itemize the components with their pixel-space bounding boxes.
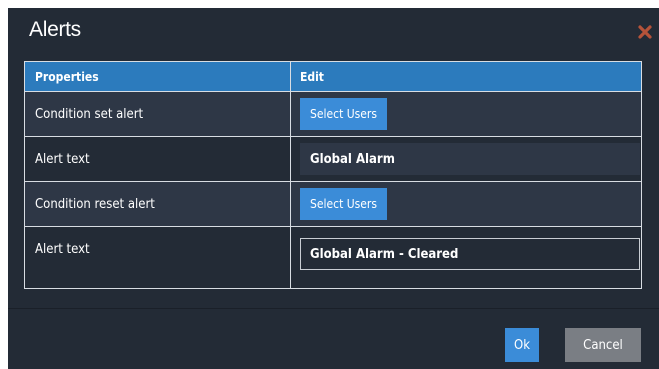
dialog-title: Alerts xyxy=(29,18,81,41)
table-row: Alert text xyxy=(25,227,641,288)
close-icon-glyph xyxy=(638,25,652,39)
property-label: Alert text xyxy=(25,137,291,181)
close-icon[interactable] xyxy=(637,24,653,40)
column-header-properties: Properties xyxy=(25,62,291,91)
property-label: Condition set alert xyxy=(25,92,291,136)
alert-text-reset-input[interactable] xyxy=(300,238,640,270)
alerts-table: Properties Edit Condition set alert Sele… xyxy=(24,61,642,289)
property-label: Condition reset alert xyxy=(25,182,291,226)
table-row: Condition set alert Select Users xyxy=(25,92,641,137)
footer-divider xyxy=(8,308,659,309)
alerts-dialog: Alerts Properties Edit Condition set ale… xyxy=(8,8,659,369)
alert-text-set-input[interactable] xyxy=(300,143,640,175)
select-users-reset-button[interactable]: Select Users xyxy=(300,188,387,220)
select-users-set-button[interactable]: Select Users xyxy=(300,98,387,130)
property-label: Alert text xyxy=(25,227,291,288)
table-row: Condition reset alert Select Users xyxy=(25,182,641,227)
edit-cell xyxy=(291,137,641,181)
ok-button[interactable]: Ok xyxy=(505,328,539,362)
column-header-edit: Edit xyxy=(300,69,324,84)
table-row: Alert text xyxy=(25,137,641,182)
edit-cell xyxy=(291,227,641,288)
edit-cell: Select Users xyxy=(291,92,641,136)
cancel-button[interactable]: Cancel xyxy=(565,328,641,362)
edit-cell: Select Users xyxy=(291,182,641,226)
table-header-row: Properties Edit xyxy=(25,62,641,92)
dialog-header: Alerts xyxy=(8,8,659,53)
